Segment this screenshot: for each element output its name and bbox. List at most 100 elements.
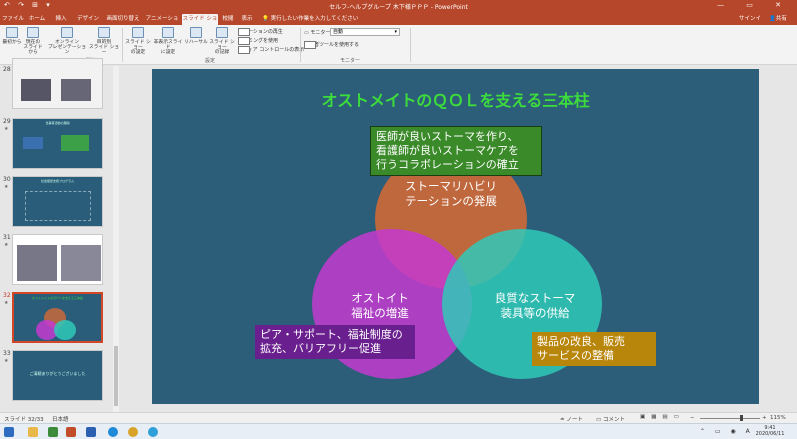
word-icon[interactable] [86,427,96,437]
hide-slide-icon [162,27,174,38]
tab-design[interactable]: デザイン [74,14,102,25]
green-callout[interactable]: 医師が良いストーマを作り、 看護師が良いストーマケアを 行うコラボレーションの確… [370,126,542,176]
tab-view[interactable]: 表示 [238,14,256,25]
share-label: 共有 [775,16,787,22]
thumb-photo [61,245,101,281]
notes-button[interactable]: ≐ ノート [560,415,583,423]
rehearse-button[interactable]: リハーサル [184,27,208,55]
slide-counter: スライド 32/33 [4,417,44,423]
custom-show-button[interactable]: 目的別 スライド ショー [88,27,120,55]
chrome-icon[interactable] [128,427,138,437]
thumb-number: 32 [3,292,11,299]
slide-thumbnail-31[interactable] [12,234,103,285]
tell-me-box[interactable]: 💡 実行したい作業を入力してください [262,14,372,25]
start-icon[interactable] [4,427,14,437]
clock-date: 2020/06/11 [755,431,785,437]
comments-button[interactable]: ▭ コメント [596,415,625,423]
thumb-title: 当事者活動の展開 [45,121,70,125]
excel-icon[interactable] [48,427,58,437]
star-icon: ★ [4,242,9,248]
hide-slide-label: 非表示スライド に設定 [153,40,183,55]
slide-thumbnail-28[interactable] [12,58,103,109]
browser-icon[interactable] [148,427,158,437]
group-monitor-label: モニター [339,58,360,64]
edge-icon[interactable] [108,427,118,437]
signin-link[interactable]: サインイン [738,14,762,33]
monitor-icon: ▭ [304,30,309,36]
language-status[interactable]: 日本語 [52,415,69,423]
zoom-out-icon[interactable]: − [690,415,695,421]
slide-thumbnail-32[interactable]: オストメイトのＱＯＬを支える三本柱 [12,292,103,343]
separator [410,28,411,62]
hide-slide-button[interactable]: 非表示スライド に設定 [152,27,184,55]
custom-show-label: 目的別 スライド ショー [88,40,120,55]
online-label: オンライン プレゼンテーション [47,40,87,55]
stopwatch-icon [190,27,202,38]
tab-animations[interactable]: アニメーション [144,14,180,33]
thumb-number: 30 [3,176,11,183]
media-controls-checkbox[interactable]: メディア コントロールの表示 [238,46,304,54]
record-label: スライド ショー の記録 [209,40,235,55]
presenter-view-checkbox[interactable]: ✓ 発表者ツールを使用する [304,41,359,50]
thumb-title: ご清聴ありがとうございました [29,371,86,376]
share-button[interactable]: 👤共有 [764,14,792,25]
thumb-number: 33 [3,350,11,357]
star-icon: ★ [4,126,9,132]
thumb-circle [54,320,76,340]
checkbox-icon [238,46,250,54]
zoom-in-icon[interactable]: + [762,415,767,421]
setup-slideshow-button[interactable]: スライド ショー の設定 [124,27,152,55]
window-controls[interactable]: — ▭ ✕ [717,1,791,9]
tab-transitions[interactable]: 画面切り替え [104,14,142,25]
purple-callout[interactable]: ピア・サポート、福祉制度の 拡充、バリアフリー促進 [255,325,415,359]
windows-taskbar: ⌃ ▭ ◉ A 9:41 2020/06/11 [0,423,797,439]
monitor-text: モニター: [310,30,333,36]
tab-review[interactable]: 校閲 [220,14,236,25]
tab-slideshow[interactable]: スライド ショー [182,14,218,33]
view-buttons[interactable]: ▣▦▤▭ [640,414,685,420]
thumb-number: 29 [3,118,11,125]
clock[interactable]: 9:41 2020/06/11 [752,425,788,437]
zoom-level[interactable]: 115% [770,415,786,421]
play-current-icon [27,27,39,38]
lightbulb-icon: 💡 [262,16,269,22]
tab-insert[interactable]: 挿入 [50,14,72,25]
file-explorer-icon[interactable] [28,427,38,437]
slide-thumbnail-30[interactable]: 社会復帰支援プログラム [12,176,103,227]
star-icon: ★ [4,300,9,306]
narration-checkbox[interactable]: ✓ ナレーションの再生 [238,28,283,37]
tell-me-text: 実行したい作業を入力してください [270,16,359,22]
powerpoint-icon[interactable] [66,427,76,437]
ribbon: 最初から 現在の スライドから オンライン プレゼンテーション 目的別 スライド… [0,25,797,65]
slide-canvas[interactable]: オストメイトのＱＯＬを支える三本柱 ストーマリハビリ テーションの発展 オストイ… [152,69,759,404]
slide-thumbnail-pane[interactable]: 28 29 ★ 当事者活動の展開 30 ★ 社会復帰支援プログラム 31 ★ 3… [0,58,112,412]
tab-home[interactable]: ホーム [26,14,48,25]
ribbon-tabs: ファイル ホーム 挿入 デザイン 画面切り替え アニメーション スライド ショー… [0,12,797,33]
monitor-select[interactable]: 自動 ▾ [330,28,400,36]
from-current-button[interactable]: 現在の スライドから [22,27,44,55]
zoom-slider[interactable] [700,418,760,419]
slide-title[interactable]: オストメイトのＱＯＬを支える三本柱 [152,87,759,111]
scroll-thumb[interactable] [114,346,118,406]
thumb-box [23,137,43,149]
globe-icon [61,27,73,38]
thumb-title: 社会復帰支援プログラム [41,179,74,183]
thumb-photo [21,79,51,101]
check-icon: ✓ [304,41,316,50]
window-title: セルフ-ヘルプグループ 木下様ＰＰＰ - PowerPoint [329,4,468,11]
record-icon [216,27,228,38]
star-icon: ★ [4,358,9,364]
slide-thumbnail-29[interactable]: 当事者活動の展開 [12,118,103,169]
online-presentation-button[interactable]: オンライン プレゼンテーション [46,27,88,55]
thumbnail-scrollbar[interactable] [113,66,119,412]
zoom-thumb[interactable] [740,415,743,421]
orange-callout[interactable]: 製品の改良、販売 サービスの整備 [532,332,656,366]
checkbox-icon [238,37,250,45]
tray-icons[interactable]: ⌃ ▭ ◉ A [700,428,754,435]
from-start-button[interactable]: 最初から [2,27,22,55]
slide-thumbnail-33[interactable]: ご清聴ありがとうございました [12,350,103,401]
tab-file[interactable]: ファイル [2,14,24,25]
record-button[interactable]: スライド ショー の記録 [208,27,236,55]
thumb-number: 31 [3,234,11,241]
timing-checkbox[interactable]: タイミングを使用 [238,37,278,45]
